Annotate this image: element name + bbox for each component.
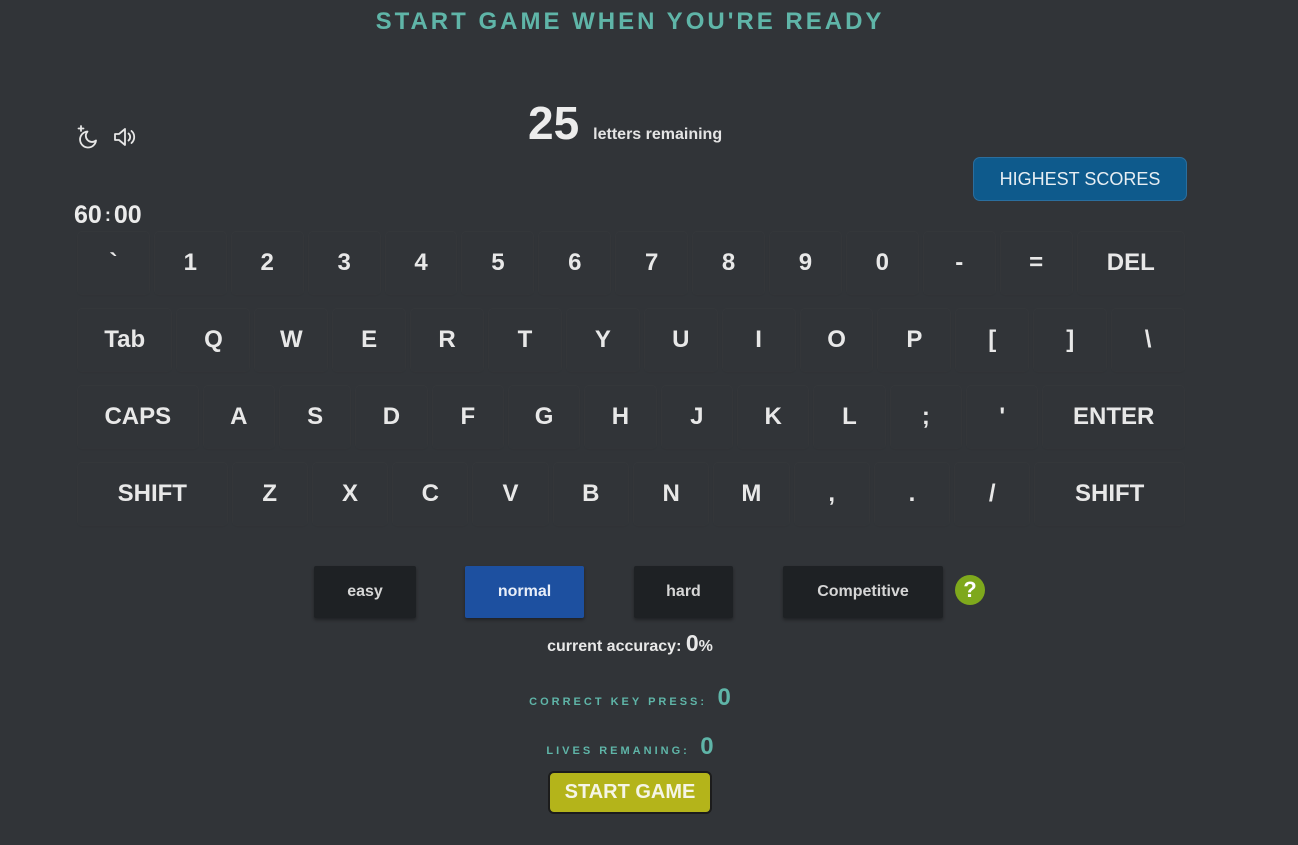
key-4[interactable]: 4 [386, 232, 457, 294]
correct-key-press-stat: CORRECT KEY PRESS: 0 [0, 684, 1260, 712]
letters-remaining: 25 letters remaining [528, 96, 722, 150]
key-e[interactable]: E [333, 309, 405, 371]
correct-key-press-value: 0 [717, 684, 731, 711]
timer-separator: : [104, 205, 111, 225]
highest-scores-button[interactable]: HIGHEST SCORES [973, 157, 1187, 201]
key-r[interactable]: R [411, 309, 483, 371]
speaker-icon[interactable] [112, 124, 138, 150]
key-y[interactable]: Y [567, 309, 639, 371]
keyboard-row-numbers: ` 1 2 3 4 5 6 7 8 9 0 - = DEL [78, 232, 1190, 294]
key-backtick[interactable]: ` [78, 232, 149, 294]
key-m[interactable]: M [714, 463, 788, 525]
key-g[interactable]: G [509, 386, 579, 448]
key-quote[interactable]: ' [967, 386, 1037, 448]
key-k[interactable]: K [738, 386, 808, 448]
key-s[interactable]: S [280, 386, 350, 448]
lives-remaining-value: 0 [700, 733, 714, 760]
timer-minutes: 60 [74, 201, 102, 229]
key-l[interactable]: L [814, 386, 884, 448]
keyboard-row-home: CAPS A S D F G H J K L ; ' ENTER [78, 386, 1190, 448]
keyboard-row-bottom: SHIFT Z X C V B N M , . / SHIFT [78, 463, 1190, 525]
key-caps-lock[interactable]: CAPS [78, 386, 198, 448]
key-0[interactable]: 0 [847, 232, 918, 294]
key-period[interactable]: . [875, 463, 949, 525]
key-minus[interactable]: - [924, 232, 995, 294]
accuracy-label: current accuracy: [547, 638, 682, 655]
key-c[interactable]: C [393, 463, 467, 525]
key-f[interactable]: F [433, 386, 503, 448]
key-1[interactable]: 1 [155, 232, 226, 294]
key-u[interactable]: U [645, 309, 717, 371]
key-2[interactable]: 2 [232, 232, 303, 294]
key-enter[interactable]: ENTER [1043, 386, 1184, 448]
difficulty-competitive-button[interactable]: Competitive [783, 566, 943, 618]
timer: 60 : 00 [74, 201, 142, 230]
key-x[interactable]: X [313, 463, 387, 525]
key-b[interactable]: B [554, 463, 628, 525]
key-right-shift[interactable]: SHIFT [1035, 463, 1184, 525]
key-right-bracket[interactable]: ] [1034, 309, 1106, 371]
key-equals[interactable]: = [1001, 232, 1072, 294]
key-6[interactable]: 6 [539, 232, 610, 294]
game-screen: START GAME WHEN YOU'RE READY 25 letters … [0, 0, 1298, 845]
difficulty-normal-button[interactable]: normal [465, 566, 584, 618]
lives-remaining-label: LIVES REMANING: [546, 745, 690, 757]
page-title: START GAME WHEN YOU'RE READY [375, 8, 885, 35]
key-d[interactable]: D [356, 386, 426, 448]
key-i[interactable]: I [723, 309, 795, 371]
letters-remaining-label: letters remaining [593, 126, 723, 143]
key-t[interactable]: T [489, 309, 561, 371]
key-slash[interactable]: / [955, 463, 1029, 525]
key-q[interactable]: Q [177, 309, 249, 371]
key-h[interactable]: H [585, 386, 655, 448]
accuracy-readout: current accuracy: 0% [0, 630, 1260, 657]
timer-seconds: 00 [113, 201, 142, 229]
difficulty-selector: easy normal hard Competitive [0, 566, 1298, 618]
letters-remaining-count: 25 [528, 97, 580, 149]
accuracy-value: 0 [685, 630, 699, 656]
help-icon[interactable]: ? [955, 575, 985, 605]
correct-key-press-label: CORRECT KEY PRESS: [529, 696, 708, 708]
moon-sparkle-icon[interactable] [76, 124, 102, 150]
key-o[interactable]: O [801, 309, 873, 371]
difficulty-hard-button[interactable]: hard [634, 566, 733, 618]
key-a[interactable]: A [204, 386, 274, 448]
key-7[interactable]: 7 [616, 232, 687, 294]
key-delete[interactable]: DEL [1078, 232, 1184, 294]
key-semicolon[interactable]: ; [891, 386, 961, 448]
key-3[interactable]: 3 [309, 232, 380, 294]
virtual-keyboard: ` 1 2 3 4 5 6 7 8 9 0 - = DEL Tab Q W E … [78, 232, 1190, 540]
key-left-shift[interactable]: SHIFT [78, 463, 227, 525]
key-left-bracket[interactable]: [ [956, 309, 1028, 371]
key-tab[interactable]: Tab [78, 309, 171, 371]
start-game-button[interactable]: START GAME [548, 771, 712, 814]
key-w[interactable]: W [255, 309, 327, 371]
key-8[interactable]: 8 [693, 232, 764, 294]
key-z[interactable]: Z [233, 463, 307, 525]
key-backslash[interactable]: \ [1112, 309, 1184, 371]
difficulty-easy-button[interactable]: easy [314, 566, 416, 618]
accuracy-unit: % [698, 638, 713, 655]
lives-remaining-stat: LIVES REMANING: 0 [0, 733, 1260, 761]
key-9[interactable]: 9 [770, 232, 841, 294]
key-n[interactable]: N [634, 463, 708, 525]
key-5[interactable]: 5 [462, 232, 533, 294]
key-v[interactable]: V [473, 463, 547, 525]
key-j[interactable]: J [662, 386, 732, 448]
settings-toggles [76, 124, 138, 150]
key-p[interactable]: P [878, 309, 950, 371]
key-comma[interactable]: , [795, 463, 869, 525]
keyboard-row-top: Tab Q W E R T Y U I O P [ ] \ [78, 309, 1190, 371]
